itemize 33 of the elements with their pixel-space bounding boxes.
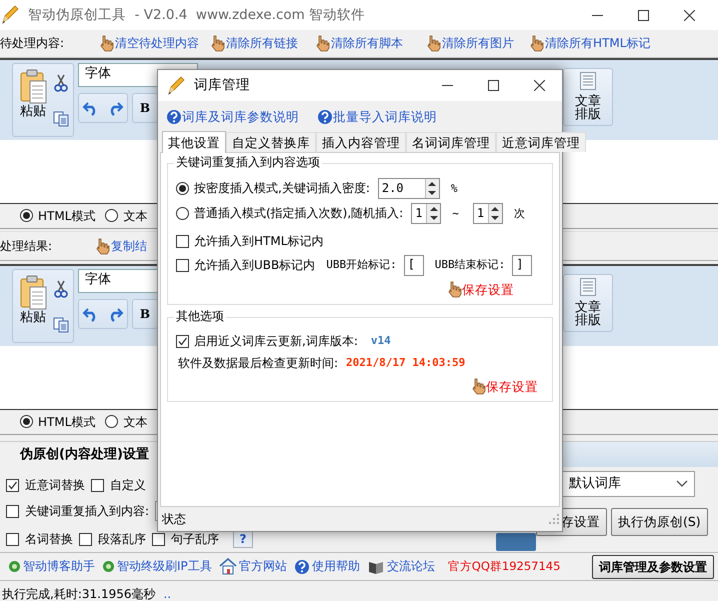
unit-label: ~ (452, 206, 459, 220)
section-label: 待处理内容: (0, 36, 64, 51)
status-text: 状态 (162, 512, 187, 526)
checkbox-label: 段落乱序 (98, 532, 146, 546)
checkbox-label: 关键词重复插入到内容: (25, 504, 150, 518)
dropdown-value: 默认词库 (569, 476, 621, 492)
window-title: 智动伪原创工具 - V2.0.4 www.zdexe.com 智动软件 (28, 6, 366, 24)
checkbox-label: 近意词替换 (25, 478, 85, 492)
update-time: 2021/8/17 14:03:59 (346, 356, 466, 370)
status-indicator: .. (163, 586, 172, 601)
unit-label: 次 (514, 206, 525, 220)
checkbox-label: 允许插入到HTML标记内 (194, 234, 324, 248)
radio-label: 文本 (123, 208, 148, 224)
version-text: v14 (370, 334, 391, 348)
layout-label: 文章排版 (574, 300, 602, 328)
group-title: 关键词重复插入到内容选项 (174, 155, 322, 170)
checkbox-label: 名词替换 (25, 532, 73, 546)
checkbox-label: 句子乱序 (171, 532, 219, 546)
checkbox-label: 启用近义词库云更新,词库版本: (194, 334, 358, 348)
checkbox-label: 自定义 (110, 478, 146, 492)
layout-label: 文章排版 (574, 94, 602, 122)
unit-label: UBB结束标记: (434, 258, 506, 272)
unit-label: % (450, 182, 458, 196)
group-title: 其他选项 (174, 309, 226, 324)
radio-label: 按密度插入模式,关键词插入密度: (194, 181, 370, 196)
radio-label: 文本 (123, 414, 148, 430)
section-label: 处理结果: (0, 238, 52, 254)
unit-label: UBB开始标记: (326, 258, 397, 272)
radio-label: 普通插入模式(指定插入次数),随机插入: (194, 206, 404, 221)
radio-label: HTML模式 (38, 414, 96, 430)
radio-label: HTML模式 (38, 208, 96, 224)
status-text: 执行完成,耗时:31.1956毫秒 (2, 586, 156, 601)
update-time-label: 软件及数据最后检查更新时间: (178, 356, 338, 370)
